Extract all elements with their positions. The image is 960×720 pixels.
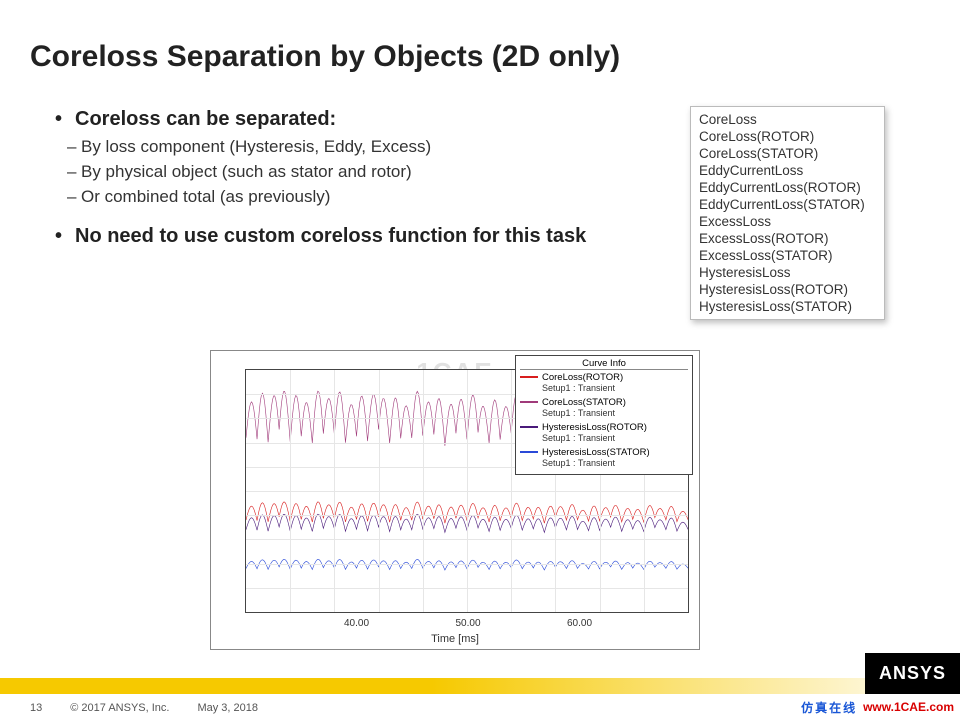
legend-title: Curve Info	[520, 358, 688, 370]
chart-legend: Curve Info CoreLoss(ROTOR)Setup1 : Trans…	[515, 355, 693, 475]
x-axis-label: Time [ms]	[211, 633, 699, 645]
cae-cn-text: 仿真在线	[801, 699, 857, 716]
listbox-item[interactable]: EddyCurrentLoss	[693, 162, 882, 179]
listbox-item[interactable]: ExcessLoss(ROTOR)	[693, 230, 882, 247]
legend-entry: HysteresisLoss(ROTOR)Setup1 : Transient	[520, 422, 688, 444]
bullet-1: Coreloss can be separated:	[55, 108, 615, 131]
bullet-1-sub-1: By loss component (Hysteresis, Eddy, Exc…	[67, 137, 615, 157]
listbox-item[interactable]: CoreLoss(ROTOR)	[693, 128, 882, 145]
coreloss-chart: 1CAE Curve Info CoreLoss(ROTOR)Setup1 : …	[210, 350, 700, 650]
slide: Coreloss Separation by Objects (2D only)…	[0, 0, 960, 720]
listbox-item[interactable]: HysteresisLoss(STATOR)	[693, 298, 882, 315]
listbox-item[interactable]: EddyCurrentLoss(ROTOR)	[693, 179, 882, 196]
legend-entry: HysteresisLoss(STATOR)Setup1 : Transient	[520, 447, 688, 469]
slide-title: Coreloss Separation by Objects (2D only)	[30, 40, 620, 74]
bullet-1-sub-3: Or combined total (as previously)	[67, 187, 615, 207]
content-block: Coreloss can be separated: By loss compo…	[55, 108, 615, 254]
legend-entry: CoreLoss(STATOR)Setup1 : Transient	[520, 397, 688, 419]
listbox-item[interactable]: CoreLoss	[693, 111, 882, 128]
cae-url-text: www.1CAE.com	[863, 700, 954, 714]
footer-accent-bar	[0, 678, 960, 694]
listbox-item[interactable]: HysteresisLoss	[693, 264, 882, 281]
listbox-item[interactable]: EddyCurrentLoss(STATOR)	[693, 196, 882, 213]
ansys-logo: ANSYS	[865, 653, 960, 694]
x-tick: 40.00	[344, 618, 369, 629]
listbox-item[interactable]: ExcessLoss(STATOR)	[693, 247, 882, 264]
cae-badge: 仿真在线 www.1CAE.com	[795, 694, 960, 720]
listbox-item[interactable]: ExcessLoss	[693, 213, 882, 230]
bullet-2: No need to use custom coreloss function …	[55, 225, 615, 248]
page-number: 13	[30, 702, 42, 714]
footer-text: 13 © 2017 ANSYS, Inc. May 3, 2018	[30, 702, 258, 714]
copyright: © 2017 ANSYS, Inc.	[70, 702, 169, 714]
quantity-listbox[interactable]: CoreLossCoreLoss(ROTOR)CoreLoss(STATOR)E…	[690, 106, 885, 320]
bullet-1-sub-2: By physical object (such as stator and r…	[67, 162, 615, 182]
x-tick: 50.00	[455, 618, 480, 629]
listbox-item[interactable]: HysteresisLoss(ROTOR)	[693, 281, 882, 298]
x-tick: 60.00	[567, 618, 592, 629]
legend-entry: CoreLoss(ROTOR)Setup1 : Transient	[520, 372, 688, 394]
listbox-item[interactable]: CoreLoss(STATOR)	[693, 145, 882, 162]
footer-date: May 3, 2018	[197, 702, 258, 714]
